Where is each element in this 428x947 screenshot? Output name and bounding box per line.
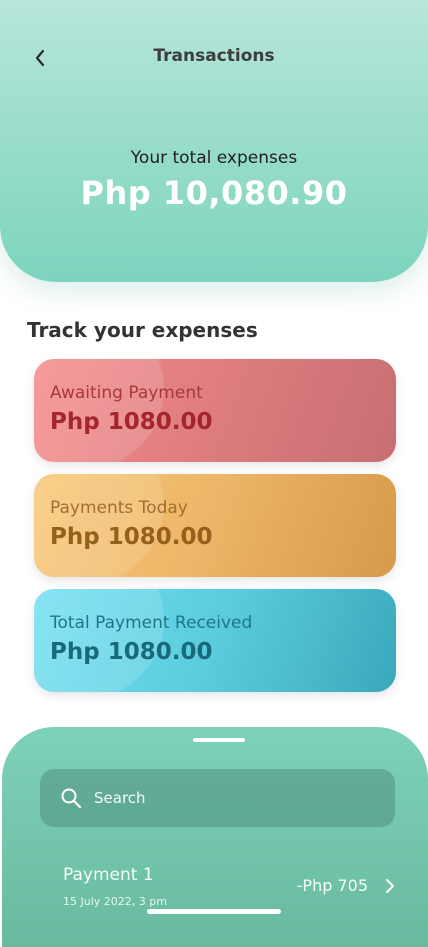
page-title: Transactions <box>153 46 275 66</box>
card-label: Payments Today <box>50 498 188 518</box>
search-icon <box>60 786 84 810</box>
drag-handle[interactable] <box>193 738 245 742</box>
section-title: Track your expenses <box>27 318 258 342</box>
card-label: Awaiting Payment <box>50 383 203 403</box>
card-amount: Php 1080.00 <box>50 524 213 550</box>
chevron-right-icon[interactable] <box>382 876 398 896</box>
home-indicator <box>147 909 281 914</box>
transaction-row[interactable]: Payment 1 15 July 2022, 3 pm -Php 705 <box>2 855 428 915</box>
bottom-sheet: Search Payment 1 15 July 2022, 3 pm -Php… <box>2 727 428 947</box>
card-awaiting-payment[interactable]: Awaiting Payment Php 1080.00 <box>34 359 396 462</box>
total-expenses-value: Php 10,080.90 <box>80 174 348 212</box>
total-expenses-label: Your total expenses <box>130 148 298 168</box>
header: Transactions Your total expenses Php 10,… <box>0 0 428 282</box>
transaction-name: Payment 1 <box>63 865 154 885</box>
transaction-amount: -Php 705 <box>296 876 368 895</box>
search-placeholder: Search <box>94 789 146 807</box>
card-label: Total Payment Received <box>50 613 253 633</box>
card-amount: Php 1080.00 <box>50 639 213 665</box>
transaction-date: 15 July 2022, 3 pm <box>63 895 167 908</box>
card-total-payment-received[interactable]: Total Payment Received Php 1080.00 <box>34 589 396 692</box>
card-payments-today[interactable]: Payments Today Php 1080.00 <box>34 474 396 577</box>
card-amount: Php 1080.00 <box>50 409 213 435</box>
search-input[interactable]: Search <box>40 769 395 827</box>
